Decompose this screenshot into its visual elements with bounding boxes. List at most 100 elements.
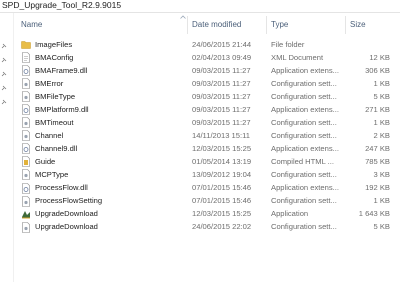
file-date: 24/06/2015 22:02 (192, 222, 252, 232)
file-name: UpgradeDownload (35, 209, 98, 219)
file-type: Configuration sett... (271, 222, 337, 232)
file-icon (22, 52, 30, 63)
config-file-icon (22, 78, 30, 89)
file-date: 14/11/2013 15:11 (192, 130, 250, 140)
file-size: 3 KB (373, 169, 390, 179)
file-date: 12/03/2015 15:25 (192, 143, 252, 153)
file-row[interactable]: Guide 01/05/2014 13:19 Compiled HTML ... 78… (14, 155, 400, 168)
column-header-row: Name Date modified Type Size (14, 14, 400, 36)
file-size: 247 KB (365, 143, 390, 153)
file-size: 5 KB (373, 91, 390, 101)
file-name: BMAConfig (35, 52, 74, 62)
pin-icon[interactable] (1, 43, 7, 49)
column-header-name[interactable]: Name (21, 20, 42, 29)
file-type: Configuration sett... (271, 91, 337, 101)
file-type: Configuration sett... (271, 130, 337, 140)
file-date: 09/03/2015 11:27 (192, 91, 251, 101)
file-row[interactable]: ProcessFlowSetting 07/01/2015 15:46 Config… (14, 195, 400, 208)
file-row[interactable]: BMFileType 09/03/2015 11:27 Configuration … (14, 90, 400, 103)
file-name: BMTimeout (35, 117, 74, 127)
file-date: 12/03/2015 15:25 (192, 209, 252, 219)
file-date: 02/04/2013 09:49 (192, 52, 252, 62)
column-header-type[interactable]: Type (271, 20, 288, 29)
file-list: ImageFiles 24/06/2015 21:44 File folder BM… (14, 38, 400, 234)
config-file-icon (22, 117, 30, 129)
file-row[interactable]: UpgradeDownload 12/03/2015 15:25 Applicati… (14, 208, 400, 221)
file-type: Configuration sett... (271, 196, 337, 206)
sort-up-icon (180, 15, 186, 19)
window-title: SPD_Upgrade_Tool_R2.9.9015 (2, 0, 122, 10)
column-divider[interactable] (266, 16, 267, 34)
dll-file-icon (22, 143, 30, 155)
file-type: Application extens... (271, 104, 339, 114)
file-date: 24/06/2015 21:44 (192, 39, 252, 49)
file-row[interactable]: BMTimeout 09/03/2015 11:27 Configuration s… (14, 116, 400, 129)
file-name: ImageFiles (35, 39, 73, 49)
file-row[interactable]: MCPType 13/09/2012 19:04 Configuration set… (14, 168, 400, 181)
file-size: 1 643 KB (358, 209, 390, 219)
column-divider[interactable] (345, 16, 346, 34)
file-size: 1 KB (373, 78, 390, 88)
file-name: BMFileType (35, 91, 76, 101)
column-divider[interactable] (187, 16, 188, 34)
file-row[interactable]: ImageFiles 24/06/2015 21:44 File folder (14, 38, 400, 51)
file-size: 2 KB (373, 130, 390, 140)
file-type: Application (271, 209, 309, 219)
config-file-icon (22, 195, 30, 207)
file-name: ProcessFlowSetting (35, 196, 103, 206)
file-date: 07/01/2015 15:46 (192, 183, 252, 193)
file-size: 1 KB (373, 196, 390, 206)
file-date: 01/05/2014 13:19 (192, 156, 252, 166)
file-name: BMPlatform9.dll (35, 104, 89, 114)
column-header-size[interactable]: Size (350, 20, 366, 29)
file-size: 1 KB (373, 117, 390, 127)
folder-icon (21, 41, 31, 49)
file-name: MCPType (35, 169, 69, 179)
pin-icon[interactable] (1, 85, 7, 91)
file-type: XML Document (271, 52, 324, 62)
navigation-pane (0, 13, 12, 282)
file-date: 07/01/2015 15:46 (192, 196, 252, 206)
file-row[interactable]: BMAConfig 02/04/2013 09:49 XML Document 12 … (14, 51, 400, 64)
file-date: 09/03/2015 11:27 (192, 117, 251, 127)
file-size: 785 KB (365, 156, 390, 166)
file-row[interactable]: BMError 09/03/2015 11:27 Configuration set… (14, 77, 400, 90)
pin-icon[interactable] (1, 57, 7, 63)
file-date: 09/03/2015 11:27 (192, 65, 251, 75)
file-type: Application extens... (271, 183, 339, 193)
file-size: 271 KB (365, 104, 390, 114)
dll-file-icon (22, 104, 30, 116)
column-header-date-modified[interactable]: Date modified (192, 20, 241, 29)
file-size: 306 KB (365, 65, 390, 75)
window-title-bar: SPD_Upgrade_Tool_R2.9.9015 (0, 0, 400, 13)
pin-icon[interactable] (1, 99, 7, 105)
file-type: Configuration sett... (271, 78, 337, 88)
help-file-icon (22, 156, 30, 168)
file-type: Application extens... (271, 143, 339, 153)
config-file-icon (22, 130, 30, 142)
file-row[interactable]: ProcessFlow.dll 07/01/2015 15:46 Applicati… (14, 182, 400, 195)
file-row[interactable]: BMAFrame9.dll 09/03/2015 11:27 Application… (14, 64, 400, 77)
file-row[interactable]: Channel9.dll 12/03/2015 15:25 Application … (14, 142, 400, 155)
config-file-icon (22, 221, 30, 233)
file-size: 12 KB (369, 52, 390, 62)
file-name: Channel (35, 130, 64, 140)
file-date: 09/03/2015 11:27 (192, 104, 251, 114)
file-date: 09/03/2015 11:27 (192, 78, 251, 88)
file-row[interactable]: Channel 14/11/2013 15:11 Configuration set… (14, 129, 400, 142)
file-name: Channel9.dll (35, 143, 78, 153)
config-file-icon (22, 169, 30, 181)
file-name: BMAFrame9.dll (35, 65, 88, 75)
file-type: File folder (271, 39, 305, 49)
file-row[interactable]: BMPlatform9.dll 09/03/2015 11:27 Applicati… (14, 103, 400, 116)
dll-file-icon (22, 182, 30, 194)
file-type: Configuration sett... (271, 169, 337, 179)
file-size: 192 KB (365, 183, 390, 193)
file-name: Guide (35, 156, 56, 166)
file-size: 5 KB (373, 222, 390, 232)
file-row[interactable]: UpgradeDownload 24/06/2015 22:02 Configura… (14, 221, 400, 234)
application-icon (22, 210, 30, 219)
file-type: Application extens... (271, 65, 339, 75)
file-name: BMError (35, 78, 64, 88)
pin-icon[interactable] (1, 71, 7, 77)
